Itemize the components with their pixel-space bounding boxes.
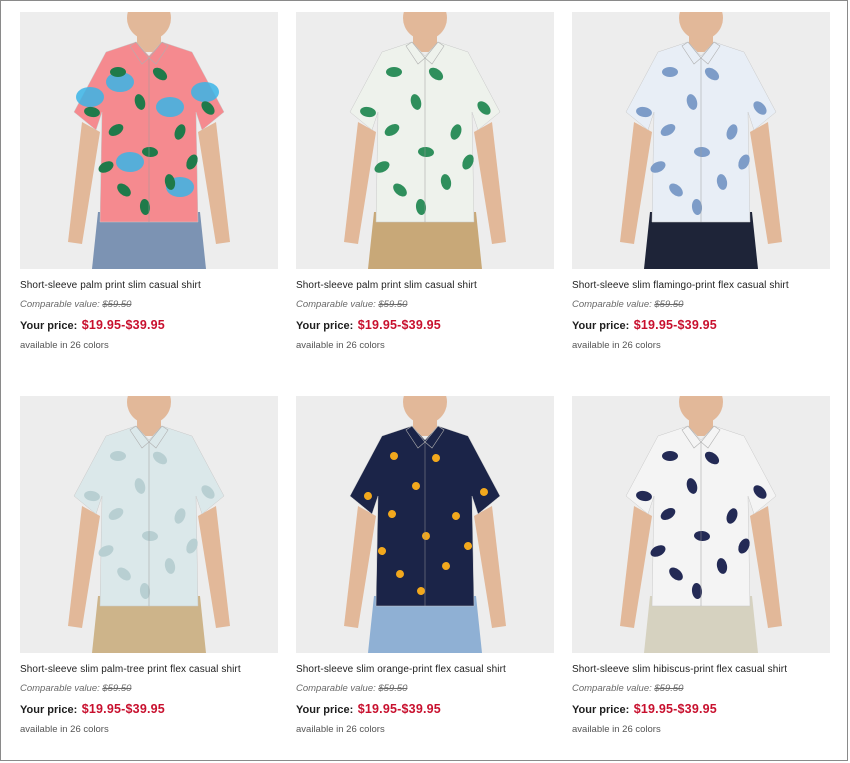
product-name[interactable]: Short-sleeve slim hibiscus-print flex ca… bbox=[572, 664, 830, 675]
product-name[interactable]: Short-sleeve palm print slim casual shir… bbox=[296, 280, 554, 291]
model-illustration bbox=[620, 396, 782, 653]
product-card[interactable]: Short-sleeve slim orange-print flex casu… bbox=[296, 396, 554, 735]
model-illustration bbox=[68, 396, 230, 653]
comparable-value: Comparable value: $59.50 bbox=[20, 683, 132, 694]
colors-available: available in 26 colors bbox=[20, 724, 109, 735]
model-illustration bbox=[68, 12, 230, 269]
product-name[interactable]: Short-sleeve palm print slim casual shir… bbox=[20, 280, 278, 291]
product-price: Your price: $19.95-$39.95 bbox=[296, 318, 441, 332]
comparable-value: Comparable value: $59.50 bbox=[296, 299, 408, 310]
colors-available: available in 26 colors bbox=[20, 340, 109, 351]
product-price: Your price: $19.95-$39.95 bbox=[20, 702, 165, 716]
product-image[interactable] bbox=[20, 12, 278, 269]
model-illustration bbox=[344, 12, 506, 269]
product-card[interactable]: Short-sleeve palm print slim casual shir… bbox=[20, 12, 278, 351]
product-name[interactable]: Short-sleeve slim orange-print flex casu… bbox=[296, 664, 554, 675]
comparable-value: Comparable value: $59.50 bbox=[20, 299, 132, 310]
product-image[interactable] bbox=[572, 12, 830, 269]
comparable-value: Comparable value: $59.50 bbox=[296, 683, 408, 694]
model-illustration bbox=[344, 396, 506, 653]
product-name[interactable]: Short-sleeve slim flamingo-print flex ca… bbox=[572, 280, 830, 291]
product-price: Your price: $19.95-$39.95 bbox=[296, 702, 441, 716]
product-card[interactable]: Short-sleeve palm print slim casual shir… bbox=[296, 12, 554, 351]
colors-available: available in 26 colors bbox=[572, 340, 661, 351]
product-name[interactable]: Short-sleeve slim palm-tree print flex c… bbox=[20, 664, 278, 675]
product-card[interactable]: Short-sleeve slim palm-tree print flex c… bbox=[20, 396, 278, 735]
colors-available: available in 26 colors bbox=[572, 724, 661, 735]
colors-available: available in 26 colors bbox=[296, 340, 385, 351]
product-price: Your price: $19.95-$39.95 bbox=[20, 318, 165, 332]
product-card[interactable]: Short-sleeve slim flamingo-print flex ca… bbox=[572, 12, 830, 351]
comparable-value: Comparable value: $59.50 bbox=[572, 299, 684, 310]
colors-available: available in 26 colors bbox=[296, 724, 385, 735]
product-image[interactable] bbox=[296, 12, 554, 269]
product-card[interactable]: Short-sleeve slim hibiscus-print flex ca… bbox=[572, 396, 830, 735]
model-illustration bbox=[620, 12, 782, 269]
product-image[interactable] bbox=[20, 396, 278, 653]
product-price: Your price: $19.95-$39.95 bbox=[572, 702, 717, 716]
product-grid: Short-sleeve palm print slim casual shir… bbox=[0, 0, 850, 763]
product-price: Your price: $19.95-$39.95 bbox=[572, 318, 717, 332]
product-image[interactable] bbox=[296, 396, 554, 653]
comparable-value: Comparable value: $59.50 bbox=[572, 683, 684, 694]
product-image[interactable] bbox=[572, 396, 830, 653]
